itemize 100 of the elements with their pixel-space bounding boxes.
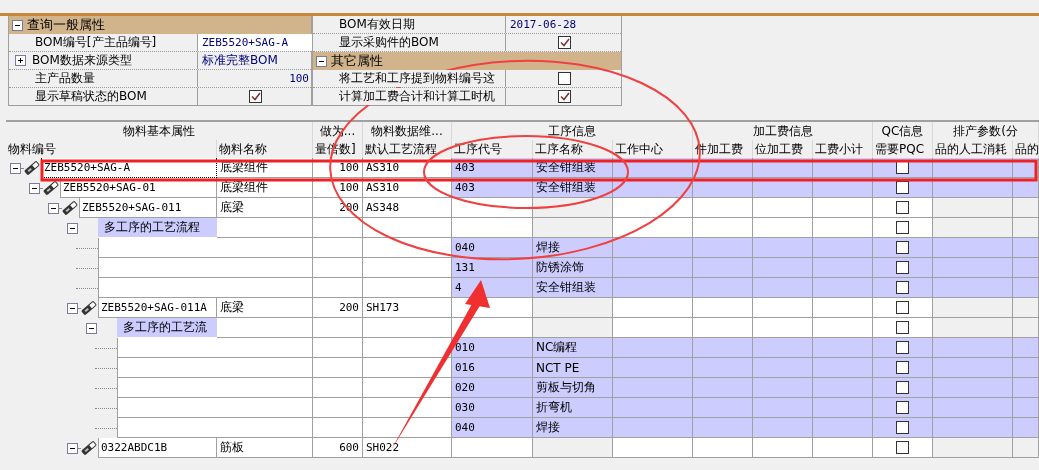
item-code[interactable]: 0322ABDC1B <box>98 438 217 458</box>
item-code[interactable]: ZEB5520+SAG-011A <box>98 298 217 318</box>
table-cell <box>1013 238 1039 258</box>
checkbox[interactable] <box>896 381 909 394</box>
table-cell: 200 <box>313 298 363 318</box>
table-cell <box>1013 258 1039 278</box>
table-cell <box>693 178 753 198</box>
expand-icon[interactable] <box>15 55 26 66</box>
property-label: 计算加工费合计和计算工时机 <box>339 88 495 105</box>
table-cell: 030 <box>452 398 533 418</box>
checkbox[interactable] <box>896 201 909 214</box>
table-cell <box>313 338 363 358</box>
property-label: 将工艺和工序提到物料编号这 <box>339 70 495 87</box>
table-cell <box>753 178 813 198</box>
table-cell <box>313 238 363 258</box>
checkbox[interactable] <box>558 90 571 103</box>
table-cell <box>753 378 813 398</box>
section-title: 其它属性 <box>331 52 383 70</box>
table-cell <box>313 258 363 278</box>
table-cell <box>1013 438 1039 458</box>
collapse-icon[interactable] <box>29 182 40 194</box>
table-cell <box>313 378 363 398</box>
collapse-icon[interactable] <box>67 442 78 454</box>
item-code[interactable]: ZEB5520+SAG-011 <box>79 198 217 218</box>
checkbox[interactable] <box>896 261 909 274</box>
property-value: 标准完整BOM <box>202 52 278 69</box>
table-cell <box>1013 358 1039 378</box>
table-cell <box>1013 418 1039 438</box>
checkbox[interactable] <box>896 401 909 414</box>
section-title: 查询一般属性 <box>27 16 105 34</box>
property-label: 显示采购件的BOM <box>339 34 439 51</box>
table-cell: 筋板 <box>217 438 313 458</box>
table-cell <box>693 378 753 398</box>
table-cell: NC编程 <box>533 338 613 358</box>
table-cell <box>1013 198 1039 218</box>
collapse-icon[interactable] <box>48 202 59 214</box>
property-label: BOM数据来源类型 <box>32 52 132 69</box>
table-cell <box>1013 298 1039 318</box>
table-cell: 防锈涂饰 <box>533 258 613 278</box>
table-cell <box>753 438 813 458</box>
table-cell <box>1013 398 1039 418</box>
collapse-icon[interactable] <box>86 322 97 334</box>
table-cell: 焊接 <box>533 238 613 258</box>
collapse-icon[interactable] <box>316 55 327 67</box>
checkbox[interactable] <box>896 301 909 314</box>
table-cell <box>753 398 813 418</box>
table-cell <box>1013 278 1039 298</box>
table-cell: 040 <box>452 238 533 258</box>
route-label[interactable]: 多工序的工艺流程 <box>98 218 217 238</box>
collapse-icon[interactable] <box>67 222 78 234</box>
table-cell <box>753 198 813 218</box>
collapse-icon[interactable] <box>67 302 78 314</box>
table-cell <box>313 418 363 438</box>
table-cell: SH022 <box>363 438 452 458</box>
table-cell <box>753 298 813 318</box>
collapse-icon[interactable] <box>12 19 23 31</box>
table-cell <box>753 218 813 238</box>
checkbox[interactable] <box>896 321 909 334</box>
table-cell <box>693 238 753 258</box>
table-cell: 焊接 <box>533 418 613 438</box>
table-cell: 底梁组件 <box>217 178 313 198</box>
table-cell <box>693 198 753 218</box>
table-cell <box>1013 378 1039 398</box>
table-cell <box>753 318 813 338</box>
property-label: BOM有效日期 <box>339 16 415 33</box>
item-code[interactable]: ZEB5520+SAG-01 <box>60 178 217 198</box>
checkbox[interactable] <box>896 341 909 354</box>
table-cell <box>693 298 753 318</box>
checkbox[interactable] <box>896 421 909 434</box>
table-cell: NCT PE <box>533 358 613 378</box>
checkbox[interactable] <box>896 361 909 374</box>
table-cell <box>693 358 753 378</box>
table-cell: 折弯机 <box>533 398 613 418</box>
table-cell: 底梁 <box>217 198 313 218</box>
property-value: ZEB5520+SAG-A <box>202 36 289 49</box>
table-cell <box>693 258 753 278</box>
table-cell <box>753 358 813 378</box>
table-cell <box>693 418 753 438</box>
table-cell <box>313 278 363 298</box>
table-cell <box>693 278 753 298</box>
table-cell: 040 <box>452 418 533 438</box>
checkbox[interactable] <box>896 241 909 254</box>
checkbox[interactable] <box>896 441 909 454</box>
table-cell: 底梁 <box>217 298 313 318</box>
table-cell <box>753 238 813 258</box>
checkbox[interactable] <box>896 281 909 294</box>
table-cell <box>313 318 363 338</box>
table-cell: 020 <box>452 378 533 398</box>
table-cell <box>693 218 753 238</box>
collapse-icon[interactable] <box>10 162 21 174</box>
route-label[interactable]: 多工序的工艺流 <box>117 318 217 338</box>
checkbox[interactable] <box>249 90 262 103</box>
checkbox[interactable] <box>558 36 571 49</box>
marker-icon <box>42 180 60 196</box>
checkbox[interactable] <box>896 221 909 234</box>
checkbox[interactable] <box>558 72 571 85</box>
table-cell <box>693 398 753 418</box>
table-cell <box>693 318 753 338</box>
table-cell <box>1013 218 1039 238</box>
table-cell <box>313 398 363 418</box>
